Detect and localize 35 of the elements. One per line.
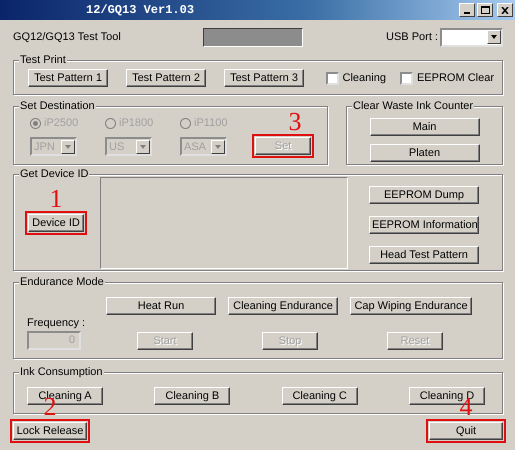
dropdown-arrow-icon — [140, 144, 146, 148]
push-button[interactable]: EEPROM Information — [369, 216, 479, 234]
annotation-number: 1 — [50, 187, 62, 211]
minimize-button[interactable] — [459, 3, 475, 17]
field-label: USB Port : — [386, 31, 438, 43]
push-button[interactable]: Cleaning B — [154, 387, 230, 405]
checkbox[interactable]: Cleaning — [326, 72, 386, 84]
dropdown-arrow-icon — [65, 144, 71, 148]
push-button[interactable]: Test Pattern 1 — [28, 69, 108, 87]
push-button[interactable]: Quit — [429, 422, 503, 440]
push-button[interactable]: Test Pattern 2 — [126, 69, 206, 87]
push-button[interactable]: Device ID — [28, 214, 84, 232]
push-button[interactable]: Cleaning C — [282, 387, 358, 405]
push-button[interactable]: EEPROM Dump — [369, 186, 479, 204]
annotation-number: 3 — [288, 110, 302, 134]
push-button[interactable]: Main — [370, 118, 480, 136]
push-button[interactable]: Heat Run — [106, 297, 216, 315]
close-button[interactable] — [497, 3, 513, 17]
push-button[interactable]: Cap Wiping Endurance — [350, 297, 472, 315]
maximize-icon — [480, 6, 490, 14]
app-name: GQ12/GQ13 Test Tool — [13, 31, 122, 43]
usb-port-dropdown[interactable] — [440, 28, 503, 46]
dropdown-arrow-icon — [491, 35, 497, 39]
push-button[interactable]: Cleaning Endurance — [228, 297, 338, 315]
field-label: Frequency : — [27, 317, 86, 329]
push-button[interactable]: Platen — [370, 144, 480, 162]
push-button[interactable]: Head Test Pattern — [369, 246, 479, 264]
dropdown-arrow-icon — [215, 144, 221, 148]
maximize-button[interactable] — [477, 3, 493, 17]
push-button[interactable]: Lock Release — [13, 422, 87, 440]
group-title: Ink Consumption — [19, 366, 104, 379]
window-title: 12/GQ13 Ver1.03 — [86, 3, 194, 17]
close-icon — [501, 6, 509, 14]
push-button[interactable]: Test Pattern 3 — [224, 69, 304, 87]
checkbox[interactable]: EEPROM Clear — [400, 72, 494, 84]
